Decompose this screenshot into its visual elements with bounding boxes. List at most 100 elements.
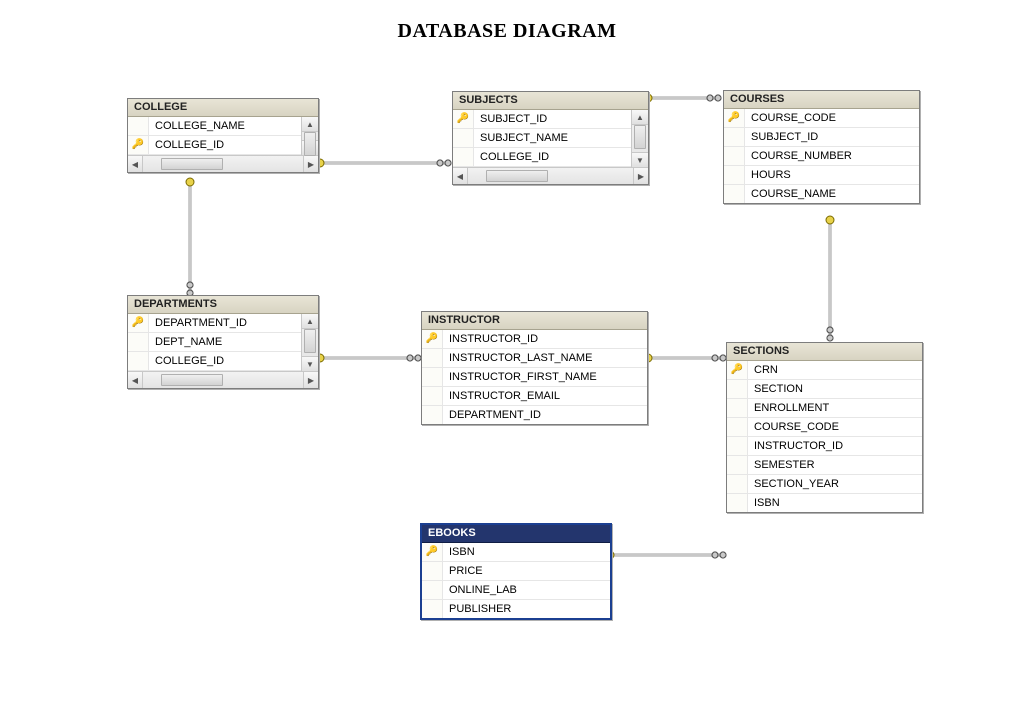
column-row[interactable]: 🔑ISBN xyxy=(422,543,610,562)
scroll-thumb[interactable] xyxy=(486,170,548,182)
column-name: ISBN xyxy=(748,497,922,509)
scroll-down-arrow[interactable]: ▼ xyxy=(302,356,318,371)
table-header[interactable]: EBOOKS xyxy=(422,525,610,543)
column-name: INSTRUCTOR_FIRST_NAME xyxy=(443,371,647,383)
key-cell xyxy=(128,117,149,135)
column-name: COURSE_CODE xyxy=(748,421,922,433)
column-name: ONLINE_LAB xyxy=(443,584,610,596)
vertical-scrollbar[interactable]: ▲ ▼ xyxy=(301,314,318,371)
column-row[interactable]: COURSE_CODE xyxy=(727,418,922,437)
column-row[interactable]: SUBJECT_ID xyxy=(724,128,919,147)
rel-courses-sections xyxy=(826,216,834,341)
table-courses[interactable]: COURSES 🔑 COURSE_CODE SUBJECT_ID COURSE_N… xyxy=(723,90,920,204)
column-row[interactable]: ONLINE_LAB xyxy=(422,581,610,600)
scroll-up-arrow[interactable]: ▲ xyxy=(632,110,648,125)
column-row[interactable]: PUBLISHER xyxy=(422,600,610,618)
table-sections[interactable]: SECTIONS 🔑CRN SECTION ENROLLMENT COURSE_… xyxy=(726,342,923,513)
column-name: SEMESTER xyxy=(748,459,922,471)
scroll-up-arrow[interactable]: ▲ xyxy=(302,117,318,132)
primary-key-icon: 🔑 xyxy=(132,140,144,150)
key-cell: 🔑 xyxy=(128,136,149,154)
column-row[interactable]: INSTRUCTOR_ID xyxy=(727,437,922,456)
column-row[interactable]: SUBJECT_NAME xyxy=(453,129,632,148)
scroll-down-arrow[interactable]: ▼ xyxy=(632,152,648,167)
scroll-thumb[interactable] xyxy=(304,132,316,156)
vertical-scrollbar[interactable]: ▲ ▼ xyxy=(631,110,648,167)
scroll-right-arrow[interactable]: ▶ xyxy=(303,372,318,388)
column-row[interactable]: COLLEGE_ID xyxy=(453,148,632,167)
column-name: DEPARTMENT_ID xyxy=(149,317,302,329)
column-name: COLLEGE_ID xyxy=(149,139,302,151)
table-subjects[interactable]: SUBJECTS 🔑 SUBJECT_ID SUBJECT_NAME COLLE… xyxy=(452,91,649,185)
scroll-left-arrow[interactable]: ◀ xyxy=(128,372,143,388)
horizontal-scrollbar[interactable]: ◀ ▶ xyxy=(128,155,318,172)
column-name: SECTION xyxy=(748,383,922,395)
scroll-track[interactable] xyxy=(302,132,318,140)
primary-key-icon: 🔑 xyxy=(426,547,438,557)
table-header[interactable]: SUBJECTS xyxy=(453,92,648,110)
column-name: HOURS xyxy=(745,169,919,181)
column-name: ENROLLMENT xyxy=(748,402,922,414)
column-row[interactable]: 🔑 SUBJECT_ID xyxy=(453,110,632,129)
vertical-scrollbar[interactable]: ▲ ▼ xyxy=(301,117,318,155)
scroll-thumb[interactable] xyxy=(161,374,223,386)
column-row[interactable]: INSTRUCTOR_LAST_NAME xyxy=(422,349,647,368)
diagram-canvas: DATABASE DIAGRAM xyxy=(0,0,1014,727)
horizontal-scrollbar[interactable]: ◀ ▶ xyxy=(453,167,648,184)
scroll-thumb[interactable] xyxy=(634,125,646,149)
column-row[interactable]: ISBN xyxy=(727,494,922,512)
table-header[interactable]: COLLEGE xyxy=(128,99,318,117)
scroll-left-arrow[interactable]: ◀ xyxy=(128,156,143,172)
column-row[interactable]: COURSE_NUMBER xyxy=(724,147,919,166)
table-departments[interactable]: DEPARTMENTS 🔑 DEPARTMENT_ID DEPT_NAME COL… xyxy=(127,295,319,389)
table-college[interactable]: COLLEGE COLLEGE_NAME 🔑 COLLEGE_ID ▲ ▼ ◀ … xyxy=(127,98,319,173)
primary-key-icon: 🔑 xyxy=(457,114,469,124)
column-row[interactable]: 🔑 COURSE_CODE xyxy=(724,109,919,128)
rel-subjects-courses xyxy=(644,94,721,102)
column-row[interactable]: 🔑INSTRUCTOR_ID xyxy=(422,330,647,349)
page-title: DATABASE DIAGRAM xyxy=(0,20,1014,43)
column-row[interactable]: COLLEGE_ID xyxy=(128,352,302,371)
column-name: DEPARTMENT_ID xyxy=(443,409,647,421)
column-row[interactable]: PRICE xyxy=(422,562,610,581)
column-name: PRICE xyxy=(443,565,610,577)
column-row[interactable]: 🔑 COLLEGE_ID xyxy=(128,136,302,155)
scroll-right-arrow[interactable]: ▶ xyxy=(633,168,648,184)
column-row[interactable]: 🔑CRN xyxy=(727,361,922,380)
column-row[interactable]: ENROLLMENT xyxy=(727,399,922,418)
scroll-right-arrow[interactable]: ▶ xyxy=(303,156,318,172)
primary-key-icon: 🔑 xyxy=(728,113,740,123)
scroll-track[interactable] xyxy=(143,156,303,172)
column-row[interactable]: COLLEGE_NAME xyxy=(128,117,302,136)
scroll-up-arrow[interactable]: ▲ xyxy=(302,314,318,329)
column-row[interactable]: HOURS xyxy=(724,166,919,185)
column-row[interactable]: INSTRUCTOR_EMAIL xyxy=(422,387,647,406)
table-header[interactable]: SECTIONS xyxy=(727,343,922,361)
table-header[interactable]: DEPARTMENTS xyxy=(128,296,318,314)
column-row[interactable]: DEPARTMENT_ID xyxy=(422,406,647,424)
column-row[interactable]: DEPT_NAME xyxy=(128,333,302,352)
column-name: COLLEGE_ID xyxy=(149,355,302,367)
column-name: DEPT_NAME xyxy=(149,336,302,348)
column-row[interactable]: INSTRUCTOR_FIRST_NAME xyxy=(422,368,647,387)
primary-key-icon: 🔑 xyxy=(132,318,144,328)
column-name: COLLEGE_ID xyxy=(474,151,632,163)
column-row[interactable]: COURSE_NAME xyxy=(724,185,919,203)
scroll-thumb[interactable] xyxy=(161,158,223,170)
rel-ebooks-sections xyxy=(606,551,726,559)
scroll-thumb[interactable] xyxy=(304,329,316,353)
table-ebooks[interactable]: EBOOKS 🔑ISBN PRICE ONLINE_LAB PUBLISHER xyxy=(420,523,612,620)
rel-departments-instructor xyxy=(316,354,421,362)
table-header[interactable]: INSTRUCTOR xyxy=(422,312,647,330)
column-name: COLLEGE_NAME xyxy=(149,120,302,132)
scroll-left-arrow[interactable]: ◀ xyxy=(453,168,468,184)
table-header[interactable]: COURSES xyxy=(724,91,919,109)
column-row[interactable]: SECTION xyxy=(727,380,922,399)
column-row[interactable]: 🔑 DEPARTMENT_ID xyxy=(128,314,302,333)
horizontal-scrollbar[interactable]: ◀ ▶ xyxy=(128,371,318,388)
column-row[interactable]: SECTION_YEAR xyxy=(727,475,922,494)
column-row[interactable]: SEMESTER xyxy=(727,456,922,475)
column-name: SUBJECT_ID xyxy=(745,131,919,143)
table-instructor[interactable]: INSTRUCTOR 🔑INSTRUCTOR_ID INSTRUCTOR_LAS… xyxy=(421,311,648,425)
column-name: COURSE_CODE xyxy=(745,112,919,124)
